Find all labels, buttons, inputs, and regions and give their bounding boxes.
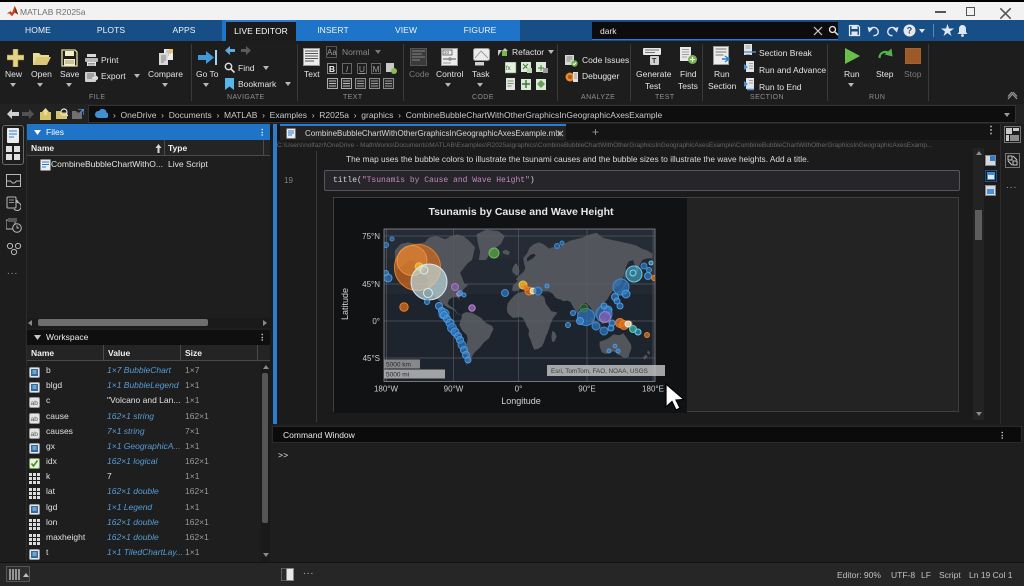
svg-text:Latitude: Latitude xyxy=(340,288,350,320)
svg-text:180°E: 180°E xyxy=(642,385,664,394)
svg-text:ab: ab xyxy=(31,416,39,423)
svg-text:ab: ab xyxy=(31,400,39,407)
svg-text:Longitude: Longitude xyxy=(501,396,541,406)
svg-text:45°S: 45°S xyxy=(363,354,380,363)
svg-text:Esri, TomTom, FAO, NOAA, USGS: Esri, TomTom, FAO, NOAA, USGS xyxy=(551,368,648,375)
svg-text:45°N: 45°N xyxy=(362,280,380,289)
svg-text:180°W: 180°W xyxy=(374,385,399,394)
svg-text:?: ? xyxy=(907,26,913,36)
svg-text:90°W: 90°W xyxy=(444,385,464,394)
svg-text:5000 km: 5000 km xyxy=(386,362,411,369)
svg-text:0°: 0° xyxy=(372,317,380,326)
svg-text:T: T xyxy=(652,58,657,65)
svg-text:Tsunamis by Cause and Wave Hei: Tsunamis by Cause and Wave Height xyxy=(429,206,614,218)
svg-text:0°: 0° xyxy=(515,385,523,394)
svg-text:90°E: 90°E xyxy=(578,385,595,394)
svg-text:ab: ab xyxy=(31,431,39,438)
svg-text:5000 mi: 5000 mi xyxy=(386,372,409,379)
svg-text:75°N: 75°N xyxy=(362,232,380,241)
svg-text:fx: fx xyxy=(506,66,511,72)
svg-text:10: 10 xyxy=(444,50,450,55)
